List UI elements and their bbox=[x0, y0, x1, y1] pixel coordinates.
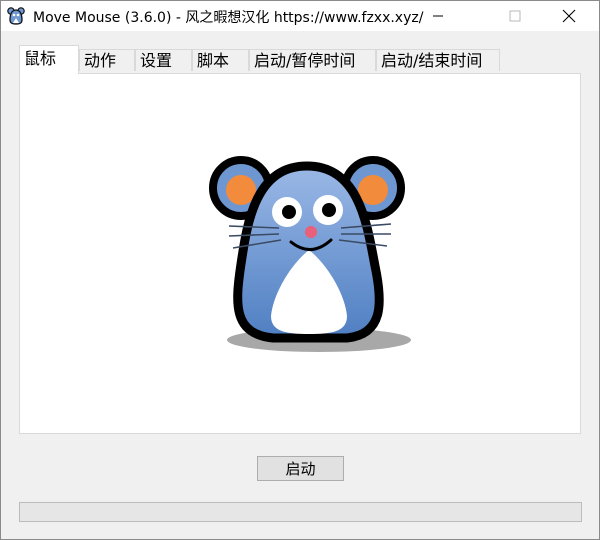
tab-actions[interactable]: 动作 bbox=[79, 49, 135, 71]
maximize-button[interactable] bbox=[492, 1, 538, 31]
tab-panel-mouse bbox=[19, 73, 581, 434]
progress-bar bbox=[19, 502, 582, 522]
close-icon bbox=[562, 9, 576, 23]
title-bar[interactable]: Move Mouse (3.6.0) - 风之暇想汉化 https://www.… bbox=[1, 1, 599, 31]
tab-settings[interactable]: 设置 bbox=[135, 49, 192, 71]
close-button[interactable] bbox=[546, 1, 592, 31]
mouse-mascot-icon bbox=[209, 156, 411, 352]
tab-start-pause-time[interactable]: 启动/暂停时间 bbox=[249, 49, 376, 71]
minimize-button[interactable] bbox=[415, 1, 461, 31]
minimize-icon bbox=[433, 15, 443, 17]
tab-start-end-time[interactable]: 启动/结束时间 bbox=[376, 49, 500, 71]
start-button[interactable]: 启动 bbox=[257, 456, 344, 481]
app-window: Move Mouse (3.6.0) - 风之暇想汉化 https://www.… bbox=[0, 0, 600, 540]
tab-scripts[interactable]: 脚本 bbox=[192, 49, 249, 71]
window-title: Move Mouse (3.6.0) - 风之暇想汉化 https://www.… bbox=[33, 10, 424, 26]
tab-mouse[interactable]: 鼠标 bbox=[19, 45, 79, 74]
app-mouse-icon bbox=[7, 7, 25, 25]
maximize-icon bbox=[509, 10, 521, 22]
